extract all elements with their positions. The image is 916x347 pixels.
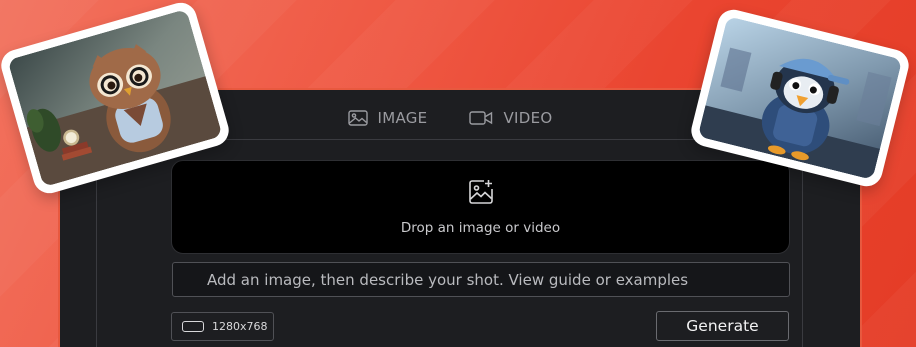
generate-button[interactable]: Generate (656, 311, 789, 341)
prompt-input[interactable]: Add an image, then describe your shot. V… (172, 262, 790, 297)
tab-image[interactable]: IMAGE (347, 108, 428, 127)
video-camera-icon (469, 110, 493, 126)
prompt-placeholder: Add an image, then describe your shot. V… (207, 270, 689, 289)
tab-video[interactable]: VIDEO (469, 109, 552, 127)
media-dropzone[interactable]: Drop an image or video (171, 160, 790, 254)
tab-video-label: VIDEO (503, 108, 553, 127)
image-icon (347, 109, 368, 126)
resolution-label: 1280x768 (212, 320, 268, 333)
generate-label: Generate (686, 317, 759, 335)
resolution-button[interactable]: 1280x768 (171, 312, 274, 341)
add-image-icon (467, 178, 495, 210)
tab-image-label: IMAGE (377, 108, 428, 127)
aspect-ratio-icon (182, 321, 204, 332)
dropzone-label: Drop an image or video (400, 220, 561, 236)
